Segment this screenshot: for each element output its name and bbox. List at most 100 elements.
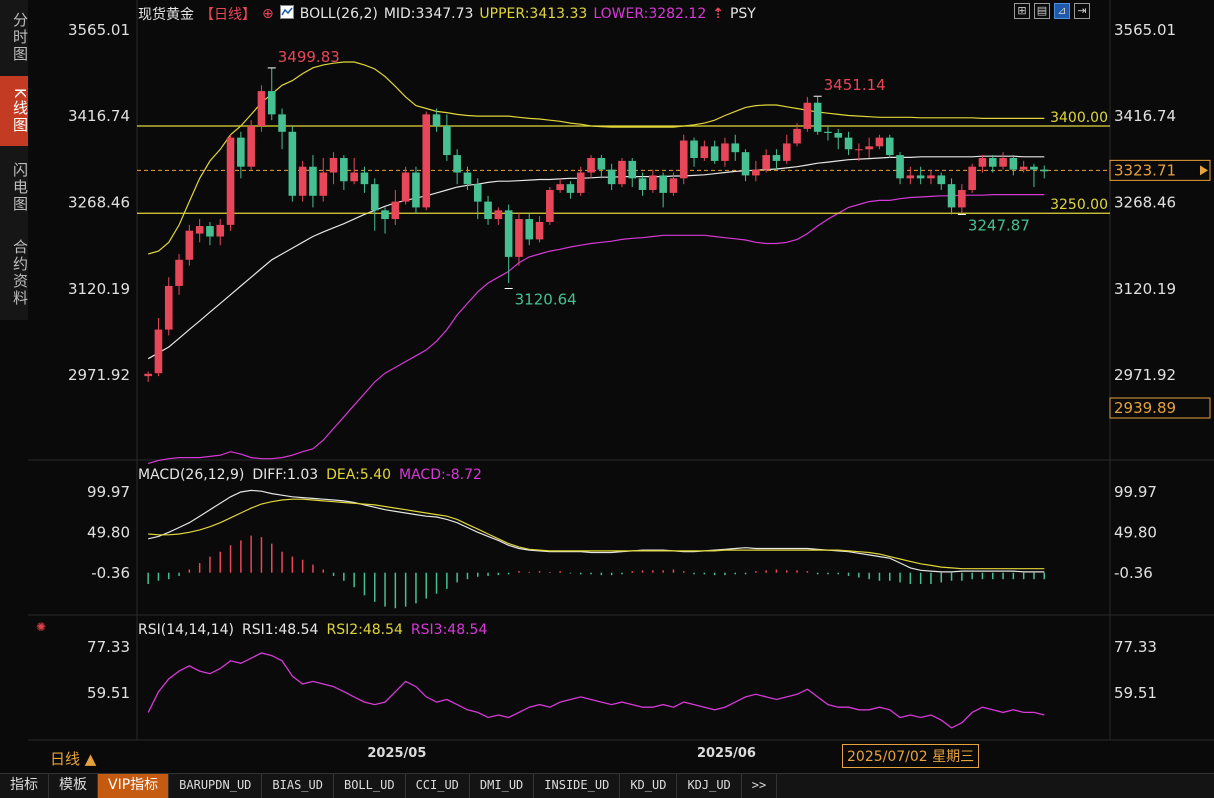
candle-body bbox=[216, 224, 225, 237]
candle-body bbox=[834, 132, 843, 138]
candle-body bbox=[752, 169, 760, 176]
tab-dmi[interactable]: DMI_UD bbox=[470, 774, 535, 798]
candle-body bbox=[1030, 166, 1038, 170]
boll-lower-value: LOWER:3282.12 bbox=[593, 6, 707, 22]
add-indicator-icon[interactable]: ⊕ bbox=[262, 6, 274, 22]
price-tick-right-3: 3120.19 bbox=[1114, 280, 1176, 298]
boll-upper-value: UPPER:3413.33 bbox=[479, 6, 588, 22]
period-tag[interactable]: 【日线】 bbox=[200, 4, 256, 24]
tab-bias[interactable]: BIAS_UD bbox=[262, 774, 334, 798]
candle-body bbox=[154, 329, 163, 374]
candle-body bbox=[731, 143, 740, 153]
rsi-tick-left-0: 77.33 bbox=[87, 638, 130, 656]
macd-tick-right-0: 99.97 bbox=[1114, 483, 1157, 501]
candle-body bbox=[638, 178, 647, 190]
macd-value: MACD:-8.72 bbox=[399, 467, 482, 483]
tab-more[interactable]: >> bbox=[742, 774, 778, 798]
candle-body bbox=[473, 184, 482, 202]
candle-body bbox=[381, 210, 389, 220]
chart-mode-icon[interactable]: ⊿ bbox=[1054, 3, 1070, 19]
candle-body bbox=[906, 175, 915, 179]
main-legend: 现货黄金 【日线】 ⊕ BOLL(26,2) MID:3347.73 UPPER… bbox=[138, 4, 756, 24]
period-selector[interactable]: 日线 ▲ bbox=[50, 748, 96, 769]
candle-body bbox=[566, 184, 575, 193]
candle-body bbox=[597, 157, 606, 170]
candle-body bbox=[896, 155, 904, 179]
candle-body bbox=[690, 140, 698, 158]
macd-tick-right-2: -0.36 bbox=[1114, 564, 1153, 582]
candle-body bbox=[504, 210, 513, 257]
candle-body bbox=[855, 149, 863, 151]
candle-body bbox=[175, 259, 183, 286]
cursor-date-box: 2025/07/02 星期三 bbox=[842, 744, 980, 768]
candle-body bbox=[340, 157, 348, 182]
chart-canvas[interactable]: 3400.00 3250.00 3499.83 3451.14 3120.64 3247.… bbox=[0, 0, 1214, 773]
boll-mid-value: MID:3347.73 bbox=[383, 6, 474, 22]
candle-body bbox=[370, 184, 379, 211]
candle-body bbox=[267, 91, 276, 115]
candle-body bbox=[649, 175, 657, 190]
price-tick-left-1: 3416.74 bbox=[68, 107, 130, 125]
candle-body bbox=[844, 137, 853, 150]
macd-tick-right-1: 49.80 bbox=[1114, 524, 1157, 542]
up-arrow-icon[interactable]: ⇡ bbox=[712, 6, 724, 22]
candle-body bbox=[257, 91, 266, 126]
macd-tick-left-2: -0.36 bbox=[91, 564, 130, 582]
candle-body bbox=[1040, 169, 1049, 172]
tab-boll[interactable]: BOLL_UD bbox=[334, 774, 406, 798]
x-label-may: 2025/05 bbox=[367, 746, 427, 761]
candle-body bbox=[350, 172, 358, 182]
macd-title[interactable]: MACD(26,12,9) bbox=[138, 467, 244, 483]
tab-indicators[interactable]: 指标 bbox=[0, 774, 49, 798]
macd-diff: DIFF:1.03 bbox=[252, 467, 319, 483]
candle-body bbox=[1019, 166, 1028, 170]
price-tick-right-4: 2971.92 bbox=[1114, 366, 1176, 384]
rsi1-value: RSI1:48.54 bbox=[242, 622, 319, 638]
candle-body bbox=[319, 172, 328, 196]
candle-body bbox=[875, 137, 884, 147]
candle-body bbox=[659, 175, 667, 193]
grid-icon[interactable]: ⊞ bbox=[1014, 3, 1030, 19]
candle-body bbox=[463, 172, 472, 185]
candle-body bbox=[443, 125, 451, 156]
psy-label[interactable]: PSY bbox=[730, 6, 756, 22]
boll-icon[interactable] bbox=[279, 5, 294, 23]
candle-body bbox=[288, 131, 297, 196]
tab-templates[interactable]: 模板 bbox=[49, 774, 98, 798]
tab-inside[interactable]: INSIDE_UD bbox=[534, 774, 621, 798]
candle-body bbox=[432, 114, 441, 126]
extreme-label-0: 3499.83 bbox=[278, 48, 340, 66]
candle-body bbox=[185, 230, 194, 260]
candle-body bbox=[865, 146, 873, 150]
macd-tick-left-0: 99.97 bbox=[87, 483, 130, 501]
tab-cci[interactable]: CCI_UD bbox=[406, 774, 470, 798]
price-tick-left-0: 3565.01 bbox=[68, 21, 130, 39]
candle-body bbox=[793, 128, 801, 144]
candle-body bbox=[937, 175, 946, 185]
exit-icon[interactable]: ⇥ bbox=[1074, 3, 1090, 19]
rsi-tick-left-1: 59.51 bbox=[87, 684, 130, 702]
candle-body bbox=[978, 157, 987, 167]
tab-kdj[interactable]: KDJ_UD bbox=[677, 774, 742, 798]
rsi-title[interactable]: RSI(14,14,14) bbox=[138, 622, 234, 638]
extreme-label-1: 3451.14 bbox=[824, 76, 886, 94]
price-tick-right-2: 3268.46 bbox=[1114, 194, 1176, 212]
candle-body bbox=[803, 102, 812, 129]
rsi-tick-right-1: 59.51 bbox=[1114, 684, 1157, 702]
split-icon[interactable]: ▤ bbox=[1034, 3, 1050, 19]
candle-body bbox=[700, 146, 709, 158]
boll-label: BOLL(26,2) bbox=[299, 6, 378, 22]
candle-body bbox=[762, 155, 770, 170]
candle-body bbox=[484, 201, 492, 220]
symbol-name[interactable]: 现货黄金 bbox=[138, 4, 194, 24]
candle-body bbox=[679, 140, 688, 179]
tab-kd[interactable]: KD_UD bbox=[620, 774, 678, 798]
tab-vip-indicators[interactable]: VIP指标 bbox=[98, 774, 170, 798]
level-label-1: 3250.00 bbox=[1050, 197, 1108, 213]
indicator-tab-bar: 指标 模板 VIP指标 BARUPDN_UD BIAS_UD BOLL_UD C… bbox=[0, 773, 1214, 798]
candle-body bbox=[885, 137, 894, 156]
settings-icon[interactable]: ✺ bbox=[36, 620, 46, 634]
candle-body bbox=[298, 166, 307, 196]
candle-body bbox=[453, 155, 461, 173]
tab-barupdn[interactable]: BARUPDN_UD bbox=[169, 774, 263, 798]
